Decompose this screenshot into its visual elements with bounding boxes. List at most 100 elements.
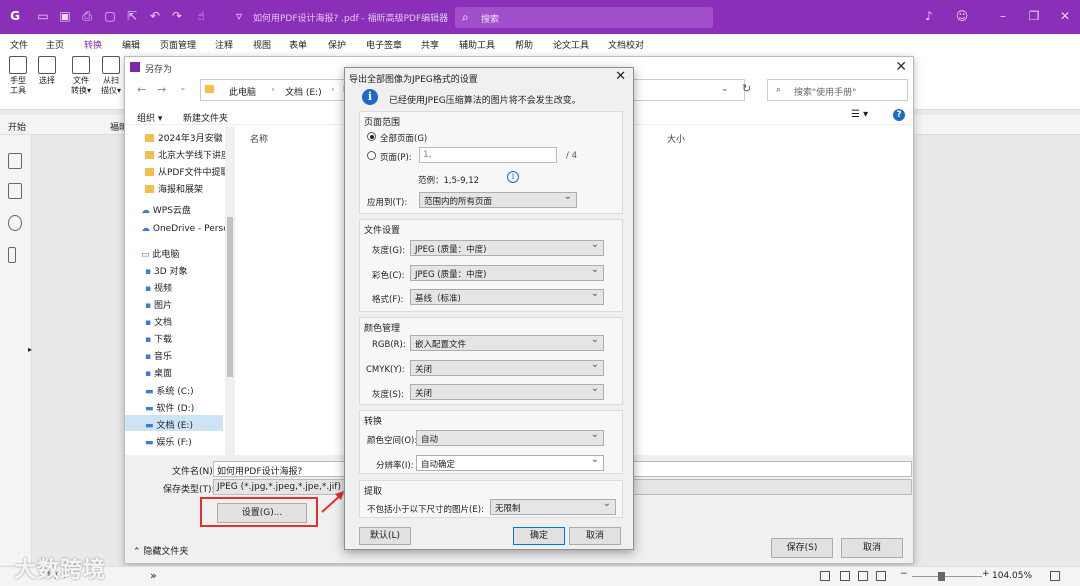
tree-item[interactable]: 海报和展架	[145, 182, 235, 195]
zoom-out-icon[interactable]: −	[900, 569, 908, 579]
restore-icon[interactable]: ❐	[1027, 9, 1041, 23]
menu-item[interactable]: 共享	[421, 38, 439, 51]
export-icon[interactable]: ⇱	[125, 9, 139, 23]
breadcrumb-drive[interactable]: 文档 (E:)	[285, 85, 322, 98]
view-icon[interactable]: ☰ ▾	[851, 109, 868, 120]
default-button[interactable]: 默认(L)	[359, 527, 411, 545]
pages-input[interactable]: 1,	[419, 147, 557, 163]
single-page-icon[interactable]	[820, 571, 830, 581]
menu-item[interactable]: 表单	[289, 38, 307, 51]
fullscreen-icon[interactable]	[1050, 571, 1060, 581]
menu-item[interactable]: 页面管理	[160, 38, 196, 51]
menu-item[interactable]: 帮助	[515, 38, 533, 51]
open-icon[interactable]: ▭	[36, 9, 50, 23]
tree-item[interactable]: ▪ 下载	[145, 332, 235, 345]
zoom-slider-thumb[interactable]	[938, 572, 945, 581]
menu-item[interactable]: 编辑	[122, 38, 140, 51]
next-page-icon[interactable]: »	[150, 569, 157, 582]
cancel-button[interactable]: 取消	[569, 527, 621, 545]
close-icon[interactable]: ✕	[1058, 9, 1072, 23]
all-pages-radio[interactable]	[367, 132, 376, 141]
tree-item[interactable]: ☁ OneDrive - Perso	[141, 224, 231, 234]
scanner-button[interactable]: 从扫 描仪▾	[94, 56, 128, 96]
fit-icon[interactable]	[876, 571, 886, 581]
save-icon[interactable]: ▣	[58, 9, 72, 23]
cancel-button[interactable]: 取消	[841, 538, 903, 558]
tree-item[interactable]: 2024年3月安徽	[145, 131, 235, 144]
menu-item[interactable]: 主页	[46, 38, 64, 51]
menu-item[interactable]: 电子签章	[366, 38, 402, 51]
chevron-down-icon[interactable]: ⌄	[179, 83, 187, 93]
pages-icon[interactable]	[8, 183, 22, 199]
folder-search[interactable]: ⌕ 搜索"使用手册"	[767, 79, 908, 101]
undo-icon[interactable]: ↶	[148, 9, 162, 23]
color-space-select[interactable]: 自动	[416, 429, 604, 446]
close-icon[interactable]: ✕	[895, 59, 907, 75]
minimize-icon[interactable]: –	[996, 9, 1010, 23]
dropdown-icon[interactable]: ⌄	[721, 84, 729, 94]
color-select[interactable]: JPEG (质量：中度)	[410, 264, 604, 281]
account-icon[interactable]: ☺	[955, 9, 969, 23]
resolution-select[interactable]: 自动确定	[416, 454, 604, 471]
tree-item[interactable]: ▪ 视频	[145, 281, 235, 294]
info-icon[interactable]: i	[507, 171, 519, 183]
menu-item[interactable]: 文件	[10, 38, 28, 51]
menu-item[interactable]: 文档校对	[608, 38, 644, 51]
hide-folders-toggle[interactable]: ⌃ 隐藏文件夹	[133, 544, 188, 557]
forward-icon[interactable]: →	[157, 83, 166, 96]
tree-item[interactable]: ☁ WPS云盘	[141, 203, 231, 216]
refresh-icon[interactable]: ↻	[742, 82, 751, 95]
two-page-icon[interactable]	[858, 571, 868, 581]
column-name[interactable]: 名称	[250, 132, 268, 145]
continuous-icon[interactable]	[840, 571, 850, 581]
menu-item[interactable]: 视图	[253, 38, 271, 51]
min-size-select[interactable]: 无限制	[490, 498, 616, 515]
tab-start[interactable]: 开始	[8, 120, 26, 133]
zoom-slider[interactable]	[912, 576, 982, 577]
customize-icon[interactable]: ▿	[232, 9, 246, 23]
tree-item[interactable]: ▭ 此电脑	[141, 247, 231, 260]
zoom-in-icon[interactable]: +	[982, 569, 990, 579]
tree-item[interactable]: ▬ 文档 (E:)	[145, 418, 235, 431]
tree-item[interactable]: ▬ 软件 (D:)	[145, 401, 235, 414]
tree-item[interactable]: ▪ 音乐	[145, 349, 235, 362]
redo-icon[interactable]: ↷	[170, 9, 184, 23]
print-icon[interactable]: ⎙	[80, 9, 94, 23]
back-icon[interactable]: ←	[137, 83, 146, 96]
menu-item[interactable]: 注释	[215, 38, 233, 51]
tree-item[interactable]: 从PDF文件中提取	[145, 165, 235, 178]
tree-scrollbar[interactable]	[225, 127, 235, 455]
comment-icon[interactable]	[8, 215, 22, 231]
bookmark-icon[interactable]	[8, 153, 22, 169]
breadcrumb-pc[interactable]: 此电脑	[229, 85, 256, 98]
global-search[interactable]: ⌕ 搜索	[455, 7, 713, 28]
file-convert-button[interactable]: 文件 转换▾	[64, 56, 98, 96]
tree-item[interactable]: 北京大学线下讲座	[145, 148, 235, 161]
close-icon[interactable]: ✕	[615, 69, 626, 84]
format-select[interactable]: 基线（标准)	[410, 288, 604, 305]
cmyk-select[interactable]: 关闭	[410, 359, 604, 376]
help-icon[interactable]: ?	[893, 109, 905, 121]
pages-radio[interactable]	[367, 151, 376, 160]
tree-item[interactable]: ▪ 图片	[145, 298, 235, 311]
ok-button[interactable]: 确定	[513, 527, 565, 545]
organize-button[interactable]: 组织 ▾	[137, 111, 162, 124]
new-icon[interactable]: ▢	[103, 9, 117, 23]
menu-item[interactable]: 辅助工具	[459, 38, 495, 51]
new-folder-button[interactable]: 新建文件夹	[183, 111, 228, 124]
tree-item[interactable]: ▪ 3D 对象	[145, 264, 235, 277]
bell-icon[interactable]: ♪	[922, 9, 936, 23]
apply-to-select[interactable]: 范围内的所有页面	[419, 191, 577, 208]
tree-item[interactable]: ▪ 桌面	[145, 366, 235, 379]
menu-item[interactable]: 论文工具	[553, 38, 589, 51]
gray-profile-select[interactable]: 关闭	[410, 383, 604, 400]
column-size[interactable]: 大小	[667, 132, 685, 145]
attachment-icon[interactable]	[8, 247, 16, 263]
menu-item[interactable]: 保护	[328, 38, 346, 51]
scrollbar-thumb[interactable]	[227, 217, 233, 377]
expand-panel-icon[interactable]: ▸	[28, 345, 32, 354]
tree-item[interactable]: ▬ 娱乐 (F:)	[145, 435, 235, 448]
tree-item[interactable]: ▪ 文档	[145, 315, 235, 328]
tree-item[interactable]: ▬ 系统 (C:)	[145, 384, 235, 397]
rgb-select[interactable]: 嵌入配置文件	[410, 334, 604, 351]
